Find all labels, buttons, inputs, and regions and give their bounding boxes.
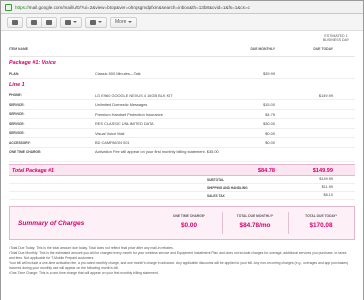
row-due-monthly: $0.00 xyxy=(265,130,275,136)
sales-tax-row: SALES TAX $8.10 xyxy=(9,192,355,200)
table-row: SERVICE: Premium Handset Protection Insu… xyxy=(9,110,355,119)
package-total-monthly: $84.78 xyxy=(257,167,275,174)
summary-col-header: TOTAL DUE TODAY³ xyxy=(305,213,337,218)
summary-col-header: ONE TIME CHARGE¹ xyxy=(172,213,206,218)
estimated-delivery: ESTIMATED 1 BUSINESS DAY xyxy=(322,34,350,43)
row-desc: Unlimited Domestic Messages xyxy=(95,102,148,108)
shipping-label: SHIPPING AND HANDLING xyxy=(207,185,248,190)
summary-title: Summary of Charges xyxy=(18,219,85,227)
row-desc: Premium Handset Protection Insurance xyxy=(95,111,163,117)
col-due-today: DUE TODAY xyxy=(313,47,333,51)
chevron-down-icon xyxy=(128,21,133,23)
footnote: ³One-Time Charge: This is a one-time cha… xyxy=(9,271,159,275)
footnotes: ¹Total Due Today: This is the total amou… xyxy=(9,246,349,276)
row-desc: Visual Voice Mail xyxy=(95,130,125,136)
archive-icon xyxy=(12,19,18,25)
row-label: SERVICE: xyxy=(9,121,25,126)
spam-icon xyxy=(31,19,37,25)
label-icon xyxy=(90,19,96,25)
plan-row: PLAN: Classic 500 Minutes—Talk $39.99 xyxy=(9,69,355,79)
chevron-down-icon xyxy=(98,21,102,23)
package-total-row: Total Package #1 $84.78 $149.99 xyxy=(9,163,355,176)
move-to-button[interactable] xyxy=(60,16,82,28)
subtotal-label: SUBTOTAL xyxy=(207,177,225,182)
row-label: SERVICE: xyxy=(9,131,25,135)
toolbar-group-report xyxy=(26,16,57,28)
sales-tax-label: SALES TAX xyxy=(207,193,225,198)
sales-tax-value: $8.10 xyxy=(323,193,333,198)
row-due-today: $149.99 xyxy=(318,92,333,98)
summary-monthly: TOTAL DUE MONTHLY² $84.78/mo xyxy=(226,214,284,229)
summary-col-value: $170.08 xyxy=(309,221,333,229)
shipping-row: SHIPPING AND HANDLING $11.99 xyxy=(9,184,355,192)
report-spam-button[interactable] xyxy=(26,16,42,28)
footnote: Your bill will include a one-time activa… xyxy=(9,261,349,270)
subtotal-row: SUBTOTAL $149.99 xyxy=(9,176,355,184)
row-due-monthly: $0.00 xyxy=(265,140,275,146)
line-title: Line 1 xyxy=(9,81,25,88)
row-due-monthly: $30.00 xyxy=(263,121,275,127)
subtotal-value: $149.99 xyxy=(319,177,333,182)
table-row: SERVICE: Visual Voice Mail $0.00 xyxy=(9,129,355,138)
footnote: ²Total Due Monthly: This is the estimate… xyxy=(9,251,347,260)
row-due-monthly: $4.75 xyxy=(265,111,275,117)
labels-button[interactable] xyxy=(85,16,107,28)
summary-col-header: TOTAL DUE MONTHLY² xyxy=(236,213,274,218)
one-time-charge-row: ONE TIME CHARGE: Activation Fee will app… xyxy=(9,148,355,162)
summary-today: TOTAL DUE TODAY³ $170.08 xyxy=(292,214,350,229)
shipping-value: $11.99 xyxy=(321,185,333,190)
message-toolbar: More xyxy=(1,14,363,31)
divider xyxy=(288,211,289,234)
url-text[interactable]: https://mail.google.com/mail/u/0/?ui=2&v… xyxy=(15,5,250,10)
row-desc: LG E960 GOOGLE NEXUS 4 16GB BLK KIT xyxy=(95,92,173,98)
table-row: SERVICE: RES CLASSIC UNLIMITED DATA $30.… xyxy=(9,119,355,129)
row-desc: RES CLASSIC UNLIMITED DATA xyxy=(95,121,154,127)
folder-icon xyxy=(65,19,71,25)
package-total-label: Total Package #1 xyxy=(12,167,54,174)
row-label: ONE TIME CHARGE: xyxy=(9,150,42,154)
trash-icon xyxy=(46,19,52,25)
summary-col-value: $84.78/mo xyxy=(239,221,271,229)
col-due-monthly: DUE MONTHLY xyxy=(250,47,275,51)
browser-window: https://mail.google.com/mail/u/0/?ui=2&v… xyxy=(0,0,364,300)
table-row: SERVICE: Unlimited Domestic Messages $15… xyxy=(9,100,355,110)
chevron-down-icon xyxy=(73,21,77,23)
divider xyxy=(222,211,223,234)
row-label: SERVICE: xyxy=(9,102,25,107)
table-row: PHONE: LG E960 GOOGLE NEXUS 4 16GB BLK K… xyxy=(9,91,355,100)
archive-button[interactable] xyxy=(7,16,23,28)
order-email: ESTIMATED 1 BUSINESS DAY ITEM NAME DUE M… xyxy=(9,34,355,277)
summary-of-charges: Summary of Charges ONE TIME CHARGE¹ $0.0… xyxy=(9,205,355,240)
footnote: ¹Total Due Today: This is the total amou… xyxy=(9,245,174,250)
table-header: ESTIMATED 1 BUSINESS DAY ITEM NAME DUE M… xyxy=(9,34,355,56)
address-bar[interactable]: https://mail.google.com/mail/u/0/?ui=2&v… xyxy=(1,1,363,14)
table-row: ACCESSORY: BD CAMPAIGN 001 $0.00 xyxy=(9,138,355,148)
more-button[interactable]: More xyxy=(110,16,138,28)
row-label: PHONE: xyxy=(9,93,22,97)
row-due-monthly: $15.00 xyxy=(263,102,275,108)
col-item-name: ITEM NAME xyxy=(9,47,29,51)
summary-col-value: $0.00 xyxy=(181,221,197,229)
row-label: ACCESSORY: xyxy=(9,140,31,145)
lock-icon xyxy=(5,3,12,11)
row-due-monthly: $39.99 xyxy=(263,71,275,77)
row-desc: Classic 500 Minutes—Talk xyxy=(95,71,141,77)
summary-one-time: ONE TIME CHARGE¹ $0.00 xyxy=(160,214,218,229)
row-desc: BD CAMPAIGN 001 xyxy=(95,140,130,146)
row-desc: Activation Fee will appear on your first… xyxy=(95,148,219,154)
row-label: PLAN: xyxy=(9,71,20,76)
row-label: SERVICE: xyxy=(9,112,25,116)
delete-button[interactable] xyxy=(42,16,57,28)
package-title: Package #1: Voice xyxy=(9,60,56,66)
package-total-today: $149.99 xyxy=(312,167,333,174)
message-body[interactable]: ESTIMATED 1 BUSINESS DAY ITEM NAME DUE M… xyxy=(1,32,363,300)
